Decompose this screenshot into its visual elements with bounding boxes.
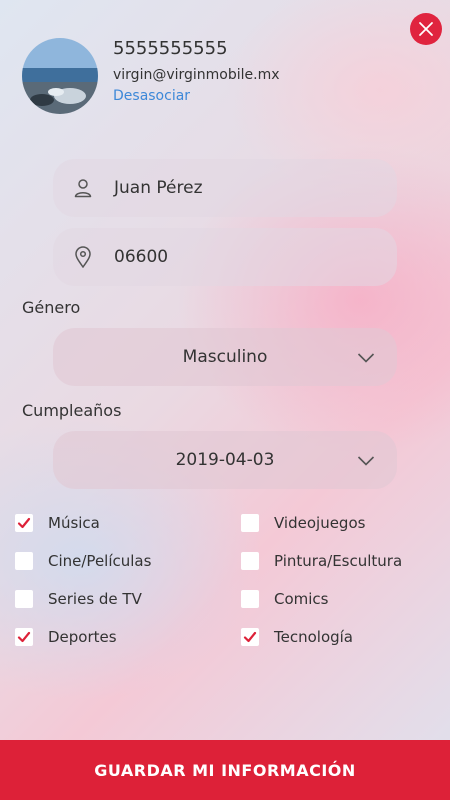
interest-label: Pintura/Escultura (274, 552, 403, 570)
interest-checkbox-musica[interactable]: Música (15, 514, 100, 532)
interest-checkbox-pintura[interactable]: Pintura/Escultura (241, 552, 402, 570)
birthday-label: Cumpleaños (22, 401, 122, 420)
gender-value: Masculino (182, 347, 268, 367)
interest-checkbox-series[interactable]: Series de TV (15, 590, 142, 608)
profile-phone: 5555555555 (113, 38, 228, 59)
name-field[interactable]: Juan Pérez (53, 159, 397, 217)
interest-label: Comics (274, 590, 329, 608)
postal-code-field[interactable]: 06600 (53, 228, 397, 286)
checkbox (15, 514, 33, 532)
interest-label: Videojuegos (274, 514, 366, 532)
name-value: Juan Pérez (114, 178, 203, 198)
interest-label: Deportes (48, 628, 117, 646)
checkbox (241, 552, 259, 570)
user-icon (68, 178, 98, 198)
gender-select[interactable]: Masculino (53, 328, 397, 386)
checkmark-icon (17, 631, 31, 643)
interest-label: Cine/Películas (48, 552, 152, 570)
checkmark-icon (17, 517, 31, 529)
checkbox (15, 552, 33, 570)
interest-checkbox-videojuegos[interactable]: Videojuegos (241, 514, 365, 532)
profile-email: virgin@virginmobile.mx (113, 67, 280, 83)
interest-label: Tecnología (274, 628, 353, 646)
checkbox (241, 514, 259, 532)
interest-checkbox-comics[interactable]: Comics (241, 590, 329, 608)
chevron-down-icon (357, 349, 375, 368)
birthday-value: 2019-04-03 (175, 450, 275, 470)
checkbox (15, 590, 33, 608)
checkmark-icon (243, 631, 257, 643)
close-icon (419, 22, 433, 36)
interest-checkbox-deportes[interactable]: Deportes (15, 628, 117, 646)
interest-checkbox-tecnologia[interactable]: Tecnología (241, 628, 353, 646)
checkbox (15, 628, 33, 646)
interest-label: Música (48, 514, 100, 532)
checkbox (241, 590, 259, 608)
avatar (22, 38, 98, 114)
save-button[interactable]: GUARDAR MI INFORMACIÓN (0, 740, 450, 800)
interest-checkbox-cine[interactable]: Cine/Películas (15, 552, 151, 570)
checkbox (241, 628, 259, 646)
location-pin-icon (68, 246, 98, 268)
birthday-select[interactable]: 2019-04-03 (53, 431, 397, 489)
gender-label: Género (22, 298, 81, 317)
interest-label: Series de TV (48, 590, 142, 608)
unlink-link[interactable]: Desasociar (113, 88, 190, 104)
close-button[interactable] (410, 13, 442, 45)
postal-code-value: 06600 (114, 247, 169, 267)
chevron-down-icon (357, 452, 375, 471)
